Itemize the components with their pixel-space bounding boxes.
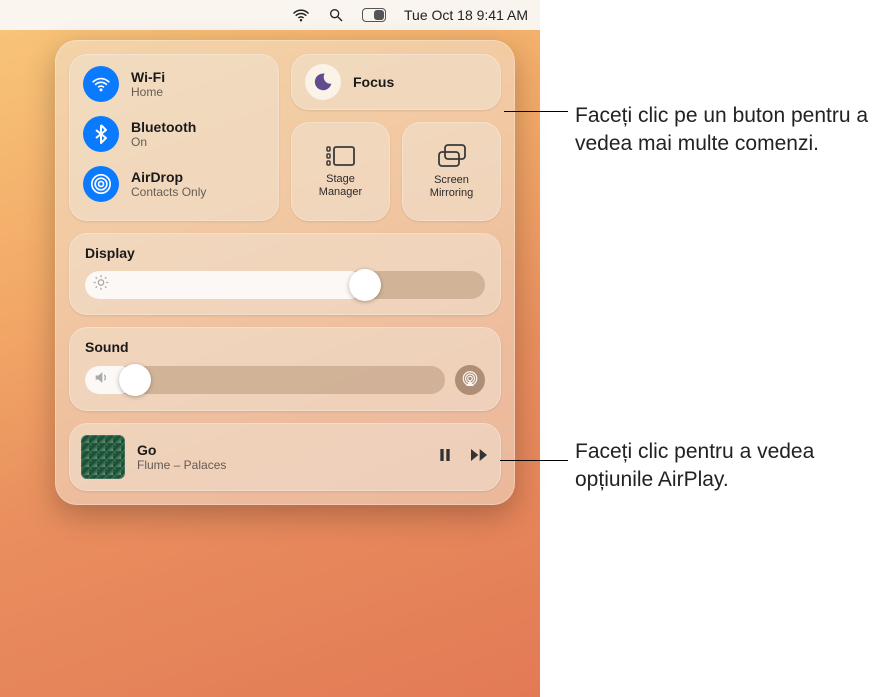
forward-icon bbox=[469, 447, 489, 463]
control-center-panel: Wi-Fi Home Bluetooth On AirDrop bbox=[55, 40, 515, 505]
airplay-icon bbox=[461, 371, 479, 389]
wifi-button[interactable]: Wi-Fi Home bbox=[83, 66, 265, 102]
menu-bar: Tue Oct 18 9:41 AM bbox=[0, 0, 540, 30]
airdrop-icon bbox=[83, 166, 119, 202]
moon-icon bbox=[305, 64, 341, 100]
brightness-icon bbox=[93, 275, 109, 296]
sound-tile: Sound bbox=[69, 327, 501, 411]
stage-manager-button[interactable]: Stage Manager bbox=[291, 122, 390, 221]
menubar-datetime[interactable]: Tue Oct 18 9:41 AM bbox=[404, 7, 528, 23]
display-label: Display bbox=[85, 245, 485, 261]
spotlight-icon[interactable] bbox=[328, 7, 344, 23]
now-playing-title: Go bbox=[137, 442, 226, 458]
bluetooth-button[interactable]: Bluetooth On bbox=[83, 116, 265, 152]
pause-icon bbox=[437, 447, 453, 463]
bluetooth-icon bbox=[83, 116, 119, 152]
sound-volume-slider[interactable] bbox=[85, 366, 445, 394]
bluetooth-title: Bluetooth bbox=[131, 119, 196, 135]
airdrop-title: AirDrop bbox=[131, 169, 206, 185]
airdrop-status: Contacts Only bbox=[131, 185, 206, 199]
screen-mirroring-button[interactable]: Screen Mirroring bbox=[402, 122, 501, 221]
airdrop-button[interactable]: AirDrop Contacts Only bbox=[83, 166, 265, 202]
screen-mirroring-label: Screen Mirroring bbox=[430, 174, 473, 198]
callout-airplay: Faceți clic pentru a vedea opțiunile Air… bbox=[575, 438, 875, 495]
focus-button[interactable]: Focus bbox=[291, 54, 501, 110]
callout-leader-line bbox=[500, 460, 568, 461]
speaker-icon bbox=[93, 370, 109, 391]
wifi-icon[interactable] bbox=[292, 8, 310, 22]
focus-label: Focus bbox=[353, 74, 394, 90]
album-art bbox=[81, 435, 125, 479]
display-brightness-slider[interactable] bbox=[85, 271, 485, 299]
sound-label: Sound bbox=[85, 339, 485, 355]
display-tile: Display bbox=[69, 233, 501, 315]
next-track-button[interactable] bbox=[469, 447, 489, 468]
screen-mirroring-icon bbox=[437, 144, 467, 168]
wifi-icon bbox=[83, 66, 119, 102]
callout-focus: Faceți clic pe un buton pentru a vedea m… bbox=[575, 102, 875, 159]
airplay-audio-button[interactable] bbox=[455, 365, 485, 395]
control-center-menubar-icon[interactable] bbox=[362, 8, 386, 22]
connectivity-tile: Wi-Fi Home Bluetooth On AirDrop bbox=[69, 54, 279, 221]
stage-manager-icon bbox=[326, 145, 356, 167]
wifi-title: Wi-Fi bbox=[131, 69, 165, 85]
now-playing-subtitle: Flume – Palaces bbox=[137, 458, 226, 472]
bluetooth-status: On bbox=[131, 135, 196, 149]
wifi-status: Home bbox=[131, 85, 165, 99]
stage-manager-label: Stage Manager bbox=[319, 173, 362, 197]
now-playing-tile[interactable]: Go Flume – Palaces bbox=[69, 423, 501, 491]
callout-leader-line bbox=[504, 111, 568, 112]
pause-button[interactable] bbox=[437, 447, 453, 468]
